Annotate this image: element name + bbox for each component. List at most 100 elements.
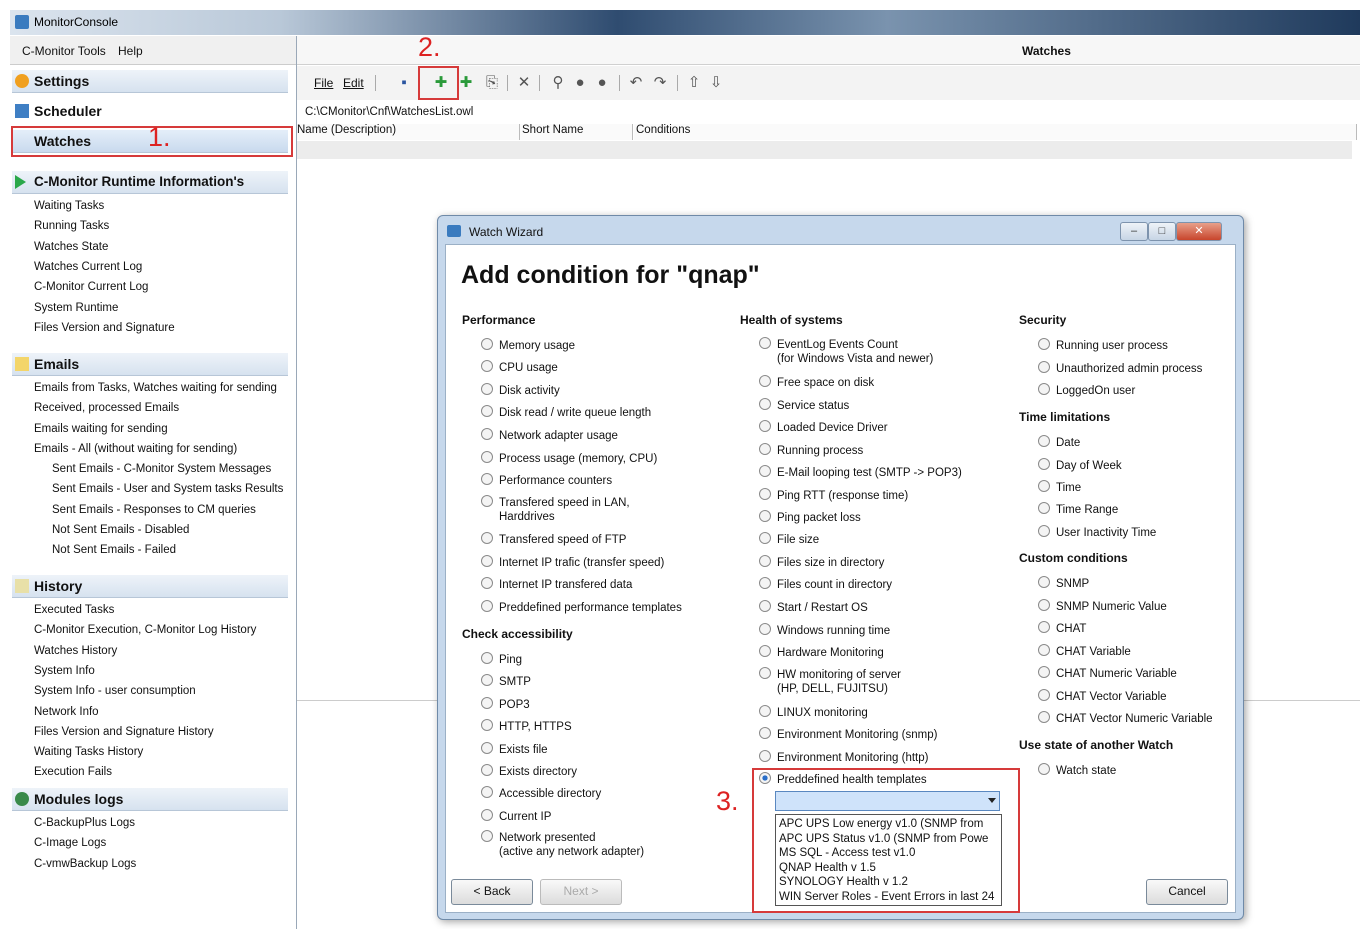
watch-state-option[interactable]: Watch state: [1038, 763, 1116, 778]
template-list-item[interactable]: APC UPS Status v1.0 (SNMP from Powe: [779, 832, 988, 846]
back-button[interactable]: < Back: [451, 879, 533, 905]
sidebar-history-item[interactable]: System Info - user consumption: [34, 685, 196, 697]
sidebar-module-item[interactable]: C-Image Logs: [34, 837, 106, 849]
radio-icon[interactable]: [481, 830, 493, 842]
radio-icon[interactable]: [759, 705, 771, 717]
health-option[interactable]: Start / Restart OS: [759, 600, 868, 615]
template-list-item[interactable]: WIN Server Roles - Event Errors in last …: [779, 890, 994, 904]
health-option[interactable]: Files count in directory: [759, 577, 892, 592]
accessibility-option[interactable]: SMTP: [481, 674, 531, 689]
radio-icon[interactable]: [759, 510, 771, 522]
radio-icon[interactable]: [1038, 576, 1050, 588]
template-list-item[interactable]: MS SQL - Access test v1.0: [779, 846, 915, 860]
sidebar-history-item[interactable]: Watches History: [34, 645, 117, 657]
sidebar-history-header[interactable]: History: [12, 575, 288, 598]
copy-icon[interactable]: ⎘: [483, 74, 501, 92]
radio-icon[interactable]: [759, 398, 771, 410]
radio-icon[interactable]: [481, 674, 493, 686]
radio-icon[interactable]: [481, 600, 493, 612]
sidebar-module-item[interactable]: C-BackupPlus Logs: [34, 817, 135, 829]
delete-icon[interactable]: ✕: [515, 74, 533, 92]
radio-icon[interactable]: [481, 697, 493, 709]
cancel-button[interactable]: Cancel: [1146, 879, 1228, 905]
sidebar-email-subitem[interactable]: Not Sent Emails - Disabled: [52, 524, 189, 536]
time-option[interactable]: User Inactivity Time: [1038, 525, 1156, 540]
health-option[interactable]: Free space on disk: [759, 375, 874, 390]
radio-icon[interactable]: [1038, 689, 1050, 701]
health-option[interactable]: Environment Monitoring (snmp): [759, 727, 937, 742]
radio-icon[interactable]: [481, 555, 493, 567]
performance-option[interactable]: Network adapter usage: [481, 428, 618, 443]
save-icon[interactable]: ▪: [395, 74, 413, 92]
move-up-icon[interactable]: ⇧: [685, 74, 703, 92]
sidebar-runtime-item[interactable]: Files Version and Signature: [34, 322, 175, 334]
performance-option[interactable]: Preddefined performance templates: [481, 600, 682, 615]
performance-option[interactable]: Transfered speed in LAN, Harddrives: [481, 495, 630, 524]
add-icon[interactable]: ✚: [457, 74, 475, 92]
radio-icon[interactable]: [759, 337, 771, 349]
radio-icon[interactable]: [481, 532, 493, 544]
health-option[interactable]: Ping packet loss: [759, 510, 861, 525]
template-combobox[interactable]: [775, 791, 1000, 811]
performance-option[interactable]: Performance counters: [481, 473, 612, 488]
health-option[interactable]: Running process: [759, 443, 863, 458]
sidebar-history-item[interactable]: Waiting Tasks History: [34, 746, 143, 758]
sidebar-email-subitem[interactable]: Sent Emails - User and System tasks Resu…: [52, 483, 283, 495]
sidebar-email-item[interactable]: Received, processed Emails: [34, 402, 179, 414]
accessibility-option[interactable]: Exists directory: [481, 764, 577, 779]
radio-icon[interactable]: [1038, 338, 1050, 350]
radio-icon[interactable]: [1038, 383, 1050, 395]
radio-icon[interactable]: [481, 383, 493, 395]
menu-file[interactable]: File: [314, 76, 333, 90]
security-option[interactable]: Running user process: [1038, 338, 1168, 353]
enable-icon[interactable]: ●: [571, 74, 589, 92]
custom-option[interactable]: CHAT: [1038, 621, 1086, 636]
radio-icon[interactable]: [759, 667, 771, 679]
radio-icon[interactable]: [759, 623, 771, 635]
radio-icon[interactable]: [759, 375, 771, 387]
close-button[interactable]: ✕: [1176, 222, 1222, 241]
radio-icon[interactable]: [481, 719, 493, 731]
sidebar-email-item[interactable]: Emails waiting for sending: [34, 423, 168, 435]
health-option[interactable]: File size: [759, 532, 819, 547]
radio-icon[interactable]: [759, 577, 771, 589]
template-list-item[interactable]: APC UPS Low energy v1.0 (SNMP from: [779, 817, 983, 831]
radio-icon[interactable]: [1038, 711, 1050, 723]
sidebar-runtime-header[interactable]: C-Monitor Runtime Information's: [12, 171, 288, 194]
performance-option[interactable]: Internet IP trafic (transfer speed): [481, 555, 664, 570]
sidebar-history-item[interactable]: Network Info: [34, 706, 99, 718]
performance-option[interactable]: Transfered speed of FTP: [481, 532, 626, 547]
radio-icon[interactable]: [481, 652, 493, 664]
time-option[interactable]: Day of Week: [1038, 458, 1122, 473]
radio-icon[interactable]: [1038, 621, 1050, 633]
radio-icon[interactable]: [759, 750, 771, 762]
time-option[interactable]: Date: [1038, 435, 1080, 450]
time-option[interactable]: Time Range: [1038, 502, 1118, 517]
radio-icon[interactable]: [481, 451, 493, 463]
chevron-down-icon[interactable]: [988, 798, 996, 803]
template-list-item[interactable]: QNAP Health v 1.5: [779, 861, 876, 875]
sidebar-runtime-item[interactable]: Waiting Tasks: [34, 200, 104, 212]
radio-icon[interactable]: [1038, 458, 1050, 470]
health-option[interactable]: EventLog Events Count (for Windows Vista …: [759, 337, 933, 366]
custom-option[interactable]: CHAT Numeric Variable: [1038, 666, 1177, 681]
radio-icon[interactable]: [1038, 644, 1050, 656]
radio-icon[interactable]: [759, 443, 771, 455]
menu-help[interactable]: Help: [118, 44, 143, 58]
accessibility-option[interactable]: Current IP: [481, 809, 551, 824]
health-option[interactable]: Ping RTT (response time): [759, 488, 908, 503]
radio-icon[interactable]: [1038, 666, 1050, 678]
radio-icon[interactable]: [759, 532, 771, 544]
accessibility-option[interactable]: HTTP, HTTPS: [481, 719, 572, 734]
accessibility-option[interactable]: Accessible directory: [481, 786, 601, 801]
sidebar-runtime-item[interactable]: Watches Current Log: [34, 261, 142, 273]
custom-option[interactable]: SNMP: [1038, 576, 1089, 591]
disable-icon[interactable]: ●: [593, 74, 611, 92]
sidebar-email-item[interactable]: Emails - All (without waiting for sendin…: [34, 443, 237, 455]
radio-icon[interactable]: [759, 645, 771, 657]
radio-icon[interactable]: [759, 465, 771, 477]
radio-icon[interactable]: [481, 764, 493, 776]
performance-option[interactable]: Internet IP transfered data: [481, 577, 632, 592]
custom-option[interactable]: CHAT Vector Variable: [1038, 689, 1167, 704]
radio-icon[interactable]: [481, 473, 493, 485]
